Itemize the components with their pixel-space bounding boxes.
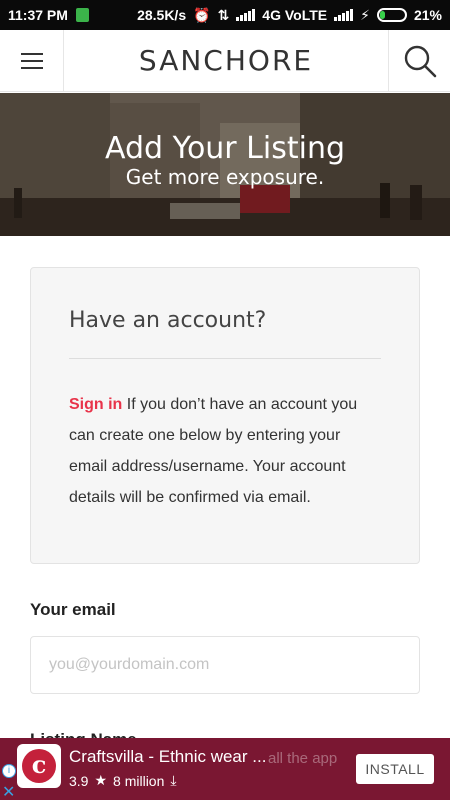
site-title[interactable]: SANCHORE: [64, 44, 388, 77]
charging-icon: ⚡: [360, 6, 370, 23]
alarm-icon: ⏰: [193, 6, 211, 23]
ad-app-logo: c: [17, 744, 61, 788]
ad-ghost-text: all the app: [268, 750, 338, 767]
battery-icon: [376, 8, 407, 22]
account-title: Have an account?: [69, 308, 267, 333]
account-description: Sign in If you don’t have an account you…: [69, 389, 381, 513]
hamburger-icon: [20, 52, 43, 69]
ad-downloads: 8 million: [113, 772, 165, 789]
star-icon: ★: [94, 772, 108, 788]
hero-title: Add Your Listing: [104, 131, 346, 166]
net-speed: 28.5K/s: [137, 7, 187, 23]
notification-icon: [75, 8, 89, 22]
ad-close-icon[interactable]: ✕: [2, 782, 15, 800]
search-icon: [404, 45, 436, 77]
status-right: 28.5K/s ⏰ ⇅ 4G VoLTE ⚡ 21%: [137, 7, 442, 24]
download-icon: ⤓: [170, 772, 177, 788]
status-bar: 11:37 PM 28.5K/s ⏰ ⇅ 4G VoLTE ⚡ 21%: [0, 0, 450, 30]
ad-app-name: Craftsvilla - Ethnic wear ...: [69, 747, 267, 766]
menu-button[interactable]: [0, 29, 64, 92]
install-button[interactable]: INSTALL: [356, 754, 434, 784]
signal-icon-2: [334, 9, 354, 21]
status-time: 11:37 PM: [8, 7, 68, 23]
email-input[interactable]: [30, 636, 420, 694]
hero-subtitle: Get more exposure.: [125, 165, 325, 189]
ad-rating: 3.9: [69, 772, 89, 789]
account-box: Have an account? Sign in If you don’t ha…: [30, 267, 420, 564]
email-label: Your email: [30, 600, 116, 619]
sign-in-link[interactable]: Sign in: [69, 396, 122, 413]
network-label: 4G VoLTE: [262, 7, 328, 23]
divider: [69, 358, 381, 359]
craftsvilla-logo-icon: c: [22, 749, 56, 783]
hero-banner: Add Your Listing Get more exposure.: [0, 93, 450, 236]
ad-info-icon[interactable]: i: [2, 764, 16, 778]
battery-percent: 21%: [413, 7, 442, 23]
ad-meta: 3.9 ★ 8 million ⤓: [69, 772, 177, 789]
data-transfer-icon: ⇅: [217, 6, 230, 23]
search-button[interactable]: [388, 29, 450, 92]
app-header: SANCHORE: [0, 29, 450, 92]
signal-icon: [236, 9, 256, 21]
